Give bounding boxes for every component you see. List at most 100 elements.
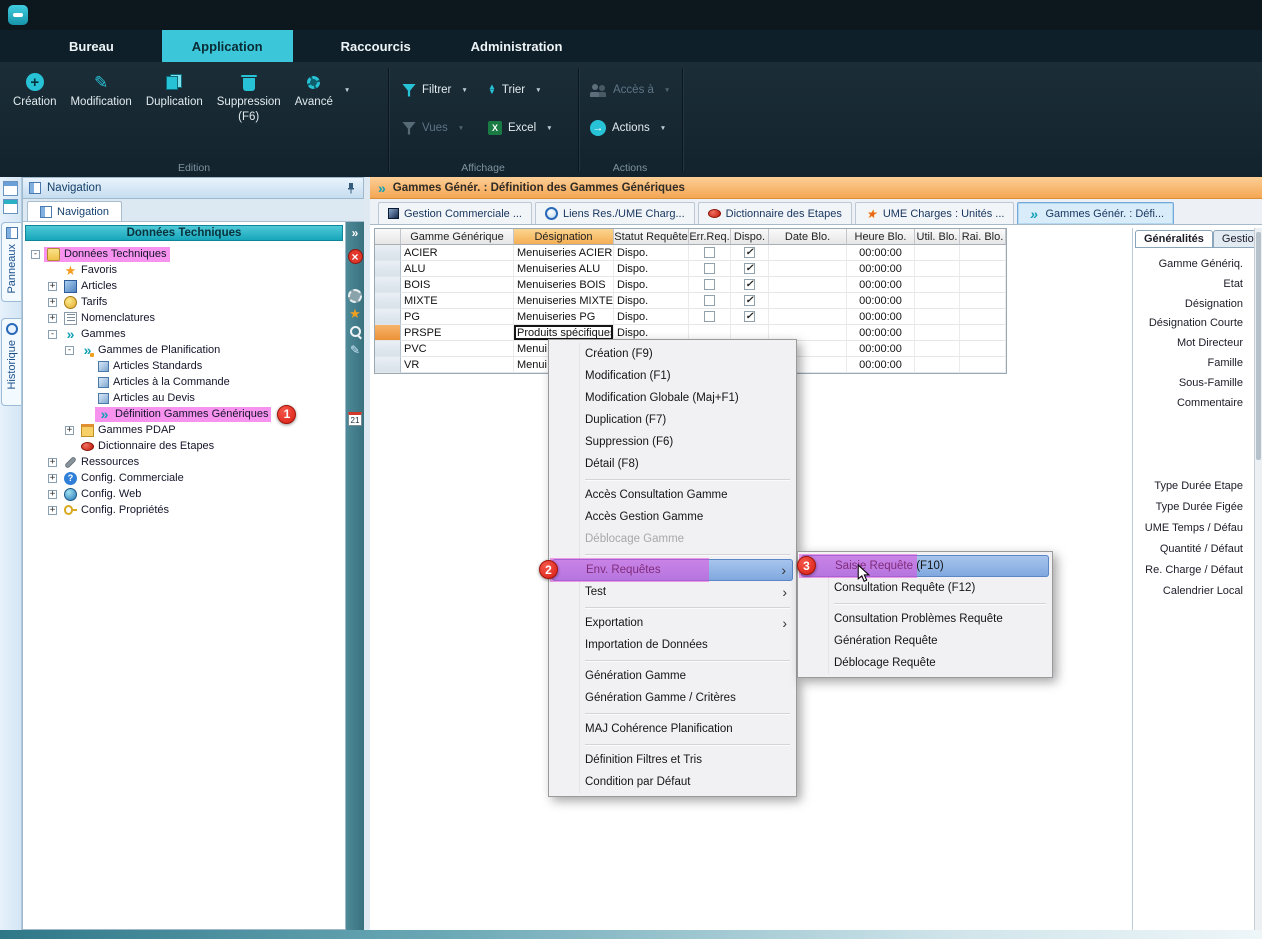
cell-designation[interactable]: Menuiseries MIXTE xyxy=(514,293,614,309)
tree-item[interactable]: Articles Standards xyxy=(23,358,345,374)
context-menu-item[interactable]: › xyxy=(551,740,794,749)
context-menu-item[interactable]: Création (F9) › xyxy=(551,343,794,365)
context-menu-item[interactable]: Modification Globale (Maj+F1) › xyxy=(551,387,794,409)
checkbox[interactable] xyxy=(704,263,715,274)
context-menu-item[interactable]: Détail (F8) › xyxy=(551,453,794,475)
tree-item[interactable]: + Ressources xyxy=(23,454,345,470)
tree-item[interactable]: + Config. Web xyxy=(23,486,345,502)
cell-util-blo[interactable] xyxy=(915,261,960,277)
tree-item[interactable]: Dictionnaire des Etapes xyxy=(23,438,345,454)
cell-heure-blo[interactable]: 00:00:00 xyxy=(847,357,915,373)
cell-designation[interactable]: Menuiseries BOIS xyxy=(514,277,614,293)
grid-header-cell[interactable]: Désignation xyxy=(514,229,614,245)
checkbox[interactable] xyxy=(704,279,715,290)
expand-toggle[interactable] xyxy=(82,410,91,419)
document-tab[interactable]: Gammes Génér. : Défi... xyxy=(1017,202,1174,224)
cell-heure-blo[interactable]: 00:00:00 xyxy=(847,293,915,309)
tree-item[interactable]: Articles au Devis xyxy=(23,390,345,406)
submenu-item[interactable]: Déblocage Requête xyxy=(800,652,1050,674)
expand-toggle[interactable]: + xyxy=(48,298,57,307)
cell-rai-blo[interactable] xyxy=(960,245,1006,261)
expand-toggle[interactable] xyxy=(48,266,57,275)
cell-rai-blo[interactable] xyxy=(960,261,1006,277)
cell-util-blo[interactable] xyxy=(915,325,960,341)
side-toolbar-icon[interactable] xyxy=(347,225,363,241)
tree-item[interactable]: + Articles xyxy=(23,278,345,294)
expand-toggle[interactable]: + xyxy=(48,474,57,483)
cell-date-blo[interactable] xyxy=(769,277,847,293)
creation-button[interactable]: + Création xyxy=(6,69,63,111)
context-menu-item[interactable]: Env. Requêtes › 2 xyxy=(552,559,793,581)
tab-panneaux[interactable]: Panneaux xyxy=(1,222,21,302)
expand-toggle[interactable] xyxy=(82,394,91,403)
checkbox[interactable] xyxy=(744,247,755,258)
context-menu-item[interactable]: Accès Gestion Gamme › xyxy=(551,506,794,528)
context-menu-item[interactable]: Génération Gamme › xyxy=(551,665,794,687)
cell-heure-blo[interactable]: 00:00:00 xyxy=(847,261,915,277)
cell-err-req[interactable] xyxy=(689,309,731,325)
cell-util-blo[interactable] xyxy=(915,277,960,293)
excel-button[interactable]: X Excel ▼ xyxy=(488,116,553,140)
tree-title[interactable]: Données Techniques xyxy=(25,225,343,241)
cell-dispo[interactable] xyxy=(731,277,769,293)
side-toolbar-icon[interactable] xyxy=(347,342,363,358)
context-menu-item[interactable]: Condition par Défaut › xyxy=(551,771,794,793)
cell-gamme-generique[interactable]: VR xyxy=(401,357,514,373)
expand-toggle[interactable]: - xyxy=(31,250,40,259)
cell-dispo[interactable] xyxy=(731,293,769,309)
ribbon-tab[interactable]: Bureau xyxy=(57,30,126,62)
expand-toggle[interactable]: + xyxy=(48,458,57,467)
cell-gamme-generique[interactable]: ALU xyxy=(401,261,514,277)
acces-a-button[interactable]: Accès à ▼ xyxy=(590,78,670,102)
submenu-item[interactable] xyxy=(800,599,1050,608)
context-menu-item[interactable]: Duplication (F7) › xyxy=(551,409,794,431)
context-menu-item[interactable]: Test › xyxy=(551,581,794,603)
actions-button[interactable]: → Actions ▼ xyxy=(590,116,666,140)
cell-gamme-generique[interactable]: BOIS xyxy=(401,277,514,293)
checkbox[interactable] xyxy=(744,295,755,306)
grid-header-cell[interactable]: Gamme Générique xyxy=(401,229,514,245)
duplication-button[interactable]: Duplication xyxy=(139,69,210,111)
side-toolbar-icon[interactable] xyxy=(347,288,363,304)
cell-gamme-generique[interactable]: PRSPE xyxy=(401,325,514,341)
context-menu-item[interactable]: Déblocage Gamme › xyxy=(551,528,794,550)
expand-toggle[interactable]: + xyxy=(48,314,57,323)
grid-row[interactable]: PG Menuiseries PG Dispo. 00:00:00 xyxy=(375,309,1006,325)
submenu-item[interactable]: Consultation Problèmes Requête xyxy=(800,608,1050,630)
context-menu-item[interactable]: Génération Gamme / Critères › xyxy=(551,687,794,709)
expand-toggle[interactable]: + xyxy=(48,490,57,499)
context-menu-item[interactable]: › xyxy=(551,656,794,665)
checkbox[interactable] xyxy=(744,263,755,274)
tree-item[interactable]: + Gammes PDAP xyxy=(23,422,345,438)
cell-gamme-generique[interactable]: PG xyxy=(401,309,514,325)
grid-header-cell[interactable]: Rai. Blo. xyxy=(960,229,1006,245)
cell-gamme-generique[interactable]: ACIER xyxy=(401,245,514,261)
row-selector[interactable] xyxy=(375,293,401,309)
tree-item[interactable]: - Gammes de Planification xyxy=(23,342,345,358)
expand-toggle[interactable] xyxy=(65,442,74,451)
submenu-item[interactable]: Consultation Requête (F12) xyxy=(800,577,1050,599)
panel-window-icon[interactable] xyxy=(3,181,18,196)
tree-item[interactable]: + Tarifs xyxy=(23,294,345,310)
cell-dispo[interactable] xyxy=(731,245,769,261)
cell-statut-requete[interactable]: Dispo. xyxy=(614,293,689,309)
context-menu-item[interactable]: Accès Consultation Gamme › xyxy=(551,484,794,506)
expand-toggle[interactable]: + xyxy=(48,506,57,515)
cell-designation[interactable]: Menuiseries ACIER xyxy=(514,245,614,261)
checkbox[interactable] xyxy=(704,295,715,306)
grid-row[interactable]: BOIS Menuiseries BOIS Dispo. 00:00:00 xyxy=(375,277,1006,293)
row-selector[interactable] xyxy=(375,309,401,325)
cell-date-blo[interactable] xyxy=(769,245,847,261)
cell-heure-blo[interactable]: 00:00:00 xyxy=(847,309,915,325)
detail-tab[interactable]: Gestion Info xyxy=(1213,230,1255,247)
cell-heure-blo[interactable]: 00:00:00 xyxy=(847,245,915,261)
suppression-button[interactable]: Suppression (F6) xyxy=(210,69,288,126)
filtrer-button[interactable]: Filtrer ▼ xyxy=(402,78,468,102)
context-menu-item[interactable]: Importation de Données › xyxy=(551,634,794,656)
cell-err-req[interactable] xyxy=(689,245,731,261)
cell-util-blo[interactable] xyxy=(915,245,960,261)
pin-icon[interactable] xyxy=(345,182,357,194)
row-selector[interactable] xyxy=(375,357,401,373)
document-tab[interactable]: Gestion Commerciale ... xyxy=(378,202,532,224)
cell-err-req[interactable] xyxy=(689,261,731,277)
